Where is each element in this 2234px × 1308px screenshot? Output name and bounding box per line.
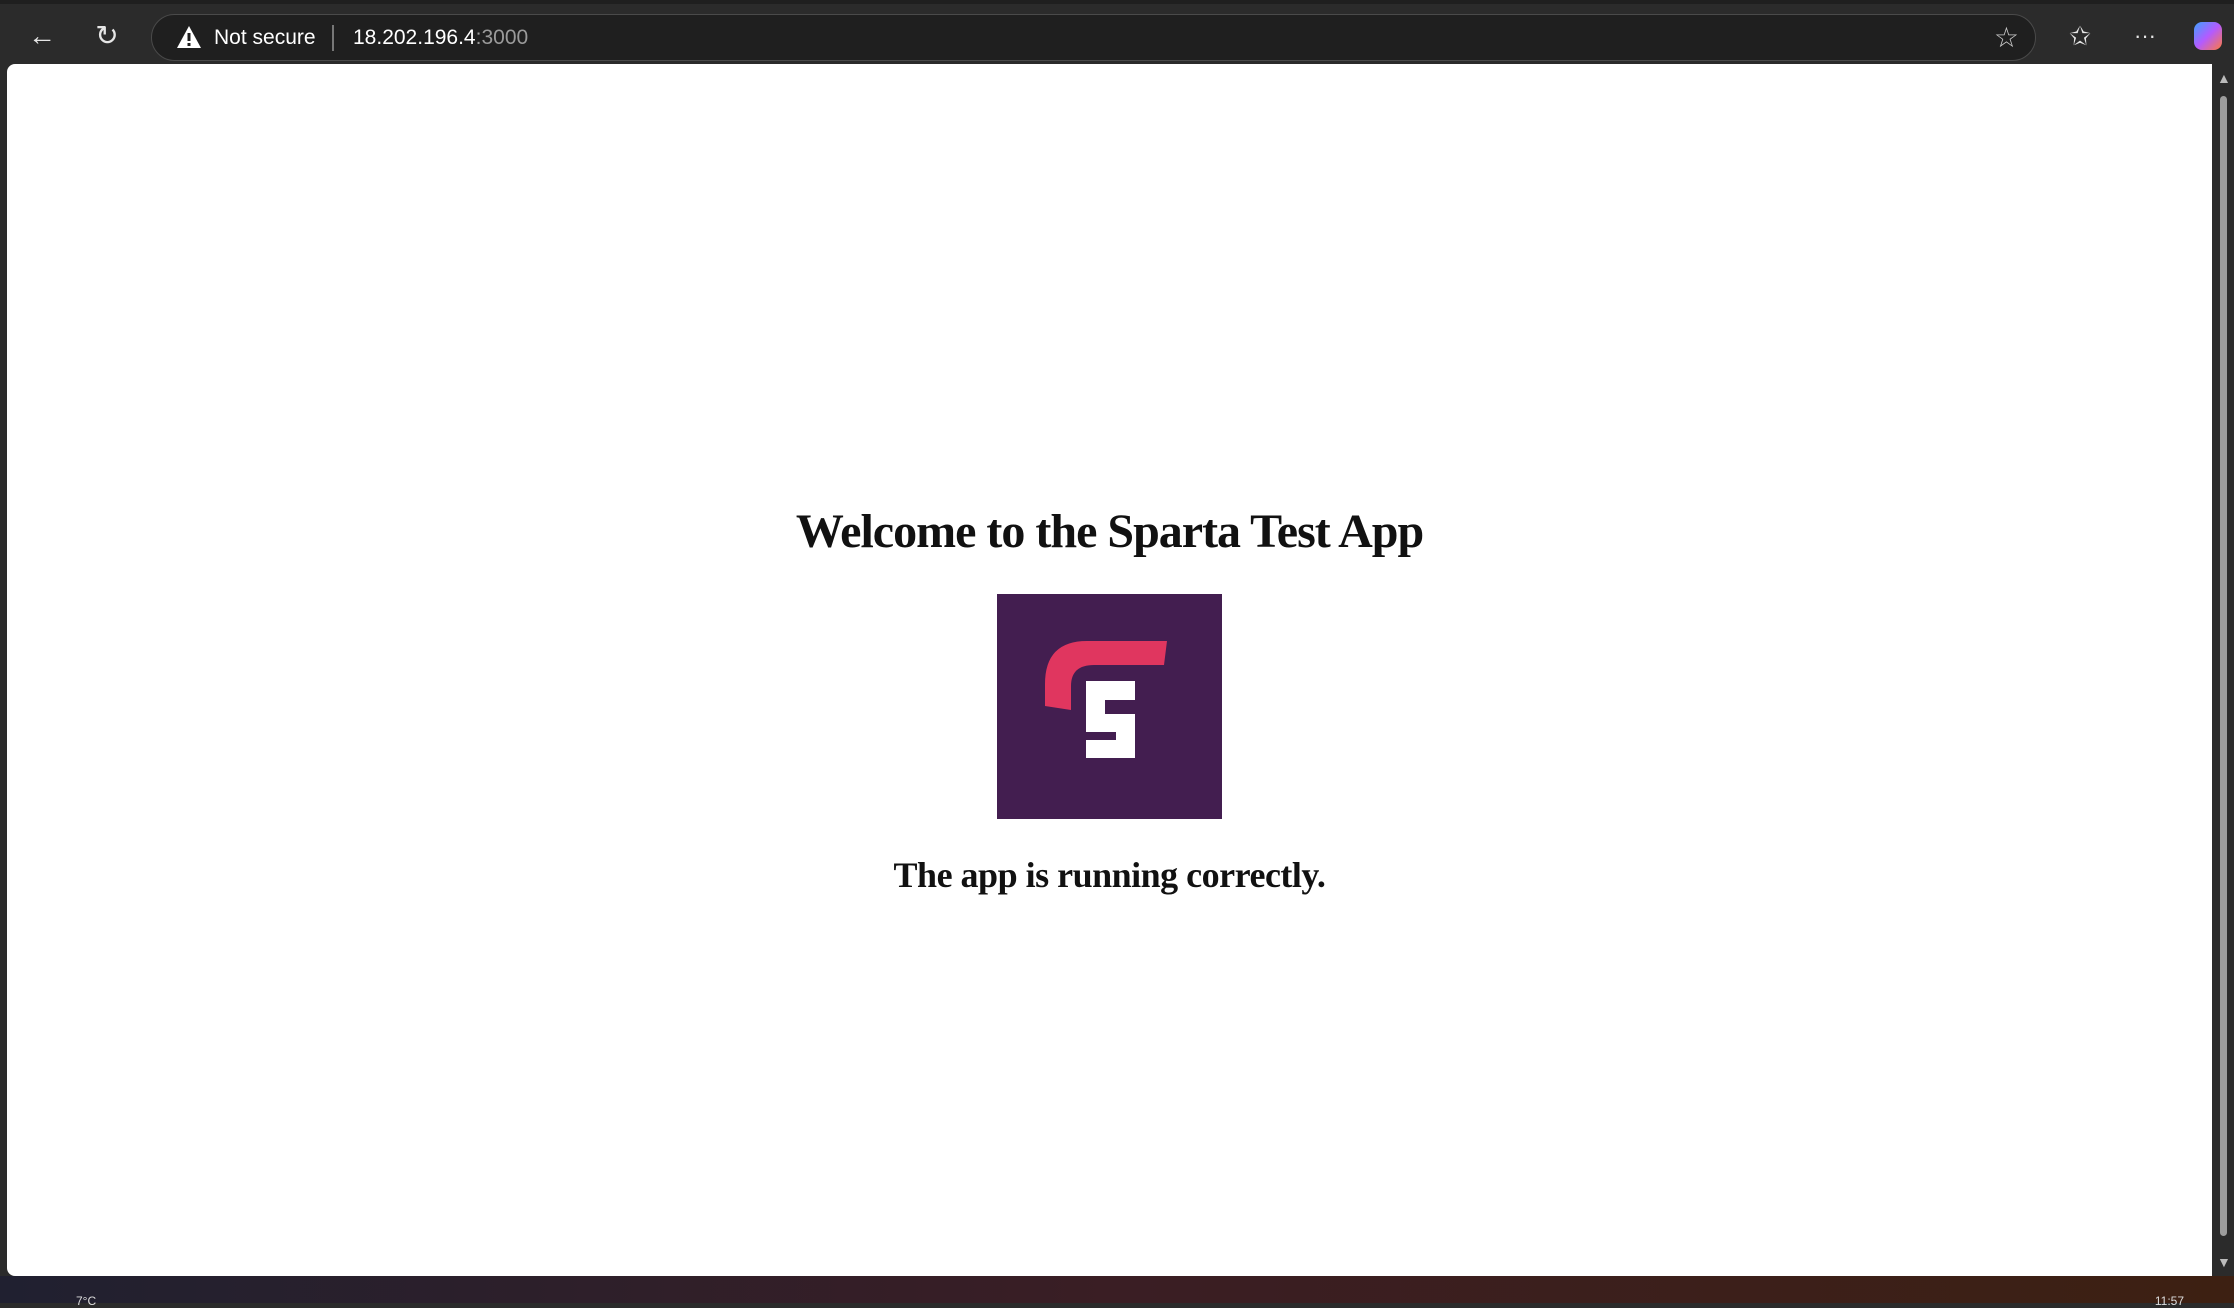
page-content: Welcome to the Sparta Test App The app i… bbox=[7, 64, 2212, 1276]
taskbar: 7°C 11:57 bbox=[0, 1276, 2234, 1308]
page-title: Welcome to the Sparta Test App bbox=[795, 505, 1424, 558]
more-menu-icon[interactable]: ··· bbox=[2127, 18, 2163, 54]
url-text[interactable]: 18.202.196.4:3000 bbox=[353, 26, 528, 50]
copilot-icon[interactable] bbox=[2190, 18, 2226, 54]
divider bbox=[332, 25, 334, 51]
favorite-star-icon[interactable]: ☆ bbox=[1994, 21, 2019, 54]
scrollbar-thumb[interactable] bbox=[2220, 96, 2227, 1236]
scrollbar[interactable]: ▲ ▼ bbox=[2212, 64, 2234, 1276]
url-port: :3000 bbox=[475, 26, 529, 49]
scroll-up-icon[interactable]: ▲ bbox=[2217, 70, 2231, 86]
refresh-button[interactable]: ↻ bbox=[89, 18, 125, 54]
security-label[interactable]: Not secure bbox=[214, 26, 316, 50]
address-bar[interactable]: Not secure 18.202.196.4:3000 ☆ bbox=[151, 14, 2036, 61]
sparta-logo bbox=[997, 594, 1222, 819]
clock[interactable]: 11:57 bbox=[2155, 1294, 2184, 1308]
scroll-down-icon[interactable]: ▼ bbox=[2217, 1254, 2231, 1270]
sparta-s-logo-icon bbox=[1045, 641, 1167, 758]
favorites-icon[interactable]: ✩ bbox=[2062, 18, 2098, 54]
status-message: The app is running correctly. bbox=[893, 855, 1326, 895]
url-host: 18.202.196.4 bbox=[353, 26, 476, 49]
back-button[interactable]: ← bbox=[24, 18, 60, 54]
warning-icon[interactable] bbox=[176, 25, 202, 49]
browser-toolbar: ← ↻ Not secure 18.202.196.4:3000 ☆ ✩ ··· bbox=[0, 0, 2234, 64]
weather-widget[interactable]: 7°C bbox=[76, 1294, 96, 1308]
